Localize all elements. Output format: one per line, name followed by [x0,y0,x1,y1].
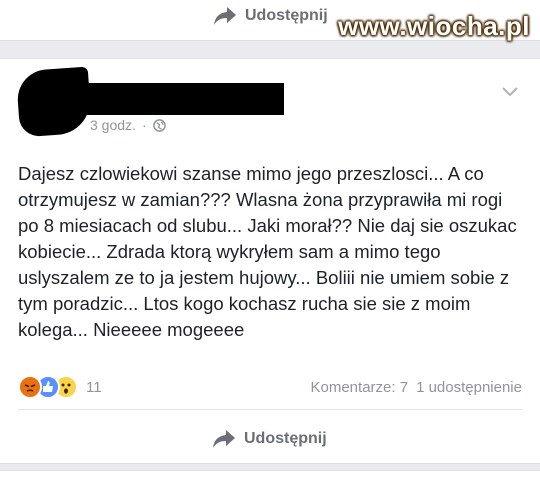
share-label: Udostępnij [244,430,327,447]
post-body-text: Dajesz czlowiekowi szanse mimo jego prze… [18,163,517,340]
share-arrow-icon [213,430,235,448]
feed: Udostępnij www.wiocha.pl 3 godz. · Dajes… [0,0,540,480]
previous-share-label: Udostępnij [245,7,328,24]
post-card: 3 godz. · Dajesz czlowiekowi szanse mimo… [0,58,540,464]
post-timestamp[interactable]: 3 godz. [90,117,136,133]
post-stats: Komentarze: 7 1 udostępnienie [311,379,523,396]
reaction-summary[interactable]: 11 [18,375,102,399]
meta-separator: · [141,117,147,133]
shares-count[interactable]: 1 udostępnienie [416,379,522,396]
site-watermark: www.wiocha.pl [338,11,530,41]
divider [18,409,522,410]
share-button[interactable]: Udostępnij [212,429,327,449]
redacted-avatar [15,66,93,138]
redacted-author-name [84,83,284,115]
post-meta: 3 godz. · [90,117,166,133]
previous-share-button[interactable]: Udostępnij [213,6,328,26]
next-post-card [0,470,540,480]
angry-reaction-icon [18,375,42,399]
globe-icon[interactable] [152,118,166,132]
reaction-count: 11 [86,378,102,396]
comments-count[interactable]: Komentarze: 7 [311,379,409,396]
chevron-down-icon[interactable] [502,87,518,97]
share-arrow-icon [214,7,236,25]
